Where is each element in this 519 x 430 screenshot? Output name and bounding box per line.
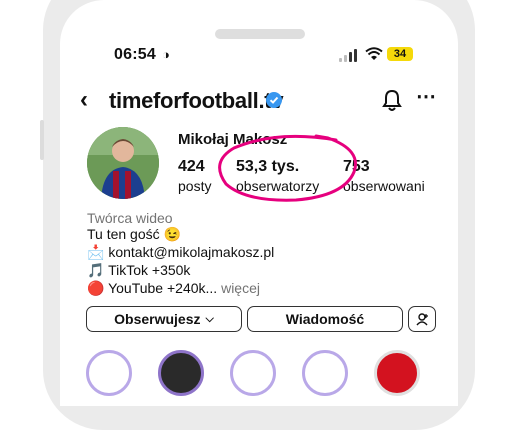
following-button-label: Obserwujesz — [114, 311, 201, 327]
highlight-circle[interactable] — [302, 350, 348, 396]
bio-line: 📩 kontakt@mikolajmakosz.pl — [87, 244, 274, 261]
battery-level: 34 — [393, 48, 407, 60]
add-person-icon — [416, 313, 428, 326]
bio-line: Tu ten gość 😉 — [87, 226, 181, 243]
phone-side-button — [40, 120, 44, 160]
chevron-down-icon: ⌵ — [205, 312, 214, 325]
bio-youtube: YouTube +240k... — [108, 280, 218, 296]
highlight-circle[interactable] — [230, 350, 276, 396]
avatar-photo — [87, 127, 159, 199]
more-options-icon[interactable]: ⋯ — [416, 87, 437, 107]
highlight-circle[interactable] — [158, 350, 204, 396]
bio-tiktok: TikTok +350k — [108, 262, 191, 278]
focus-icon: ◑ — [162, 47, 170, 62]
bio-line: 🔴 YouTube +240k... więcej — [87, 280, 260, 297]
message-button[interactable]: Wiadomość — [247, 306, 403, 332]
highlight-circle[interactable] — [374, 350, 420, 396]
profile-category: Twórca wideo — [87, 210, 173, 226]
red-circle-icon: 🔴 — [87, 280, 105, 296]
dynamic-island — [215, 29, 305, 39]
profile-avatar[interactable] — [87, 127, 159, 199]
envelope-icon: 📩 — [87, 244, 105, 260]
signal-icon — [339, 48, 361, 62]
bio-email[interactable]: kontakt@mikolajmakosz.pl — [108, 244, 274, 260]
wifi-icon — [365, 47, 383, 60]
bio-more-link[interactable]: więcej — [221, 280, 260, 296]
music-note-icon: 🎵 — [87, 262, 105, 278]
message-button-label: Wiadomość — [285, 311, 365, 327]
suggested-users-button[interactable] — [408, 306, 436, 332]
verified-badge-icon — [266, 92, 282, 108]
followers-highlight-ellipse — [218, 134, 357, 202]
battery-icon: 34 — [387, 47, 413, 61]
notification-bell-icon[interactable] — [381, 88, 403, 112]
bio-line: 🎵 TikTok +350k — [87, 262, 190, 279]
profile-header: ‹ timeforfootball.tv ⋯ — [0, 87, 519, 118]
stat-posts-value: 424 — [178, 158, 205, 175]
status-bar: 06:54 ◑ 34 — [0, 44, 519, 68]
highlight-circle[interactable] — [86, 350, 132, 396]
stat-posts-label: posty — [178, 178, 212, 194]
following-button[interactable]: Obserwujesz ⌵ — [86, 306, 242, 332]
stat-posts[interactable]: 424 posty — [178, 158, 211, 194]
status-time: 06:54 — [114, 46, 156, 63]
bio-text: Tu ten gość 😉 — [87, 226, 181, 242]
profile-username: timeforfootball.tv — [109, 88, 284, 113]
back-arrow-icon[interactable]: ‹ — [80, 88, 88, 112]
